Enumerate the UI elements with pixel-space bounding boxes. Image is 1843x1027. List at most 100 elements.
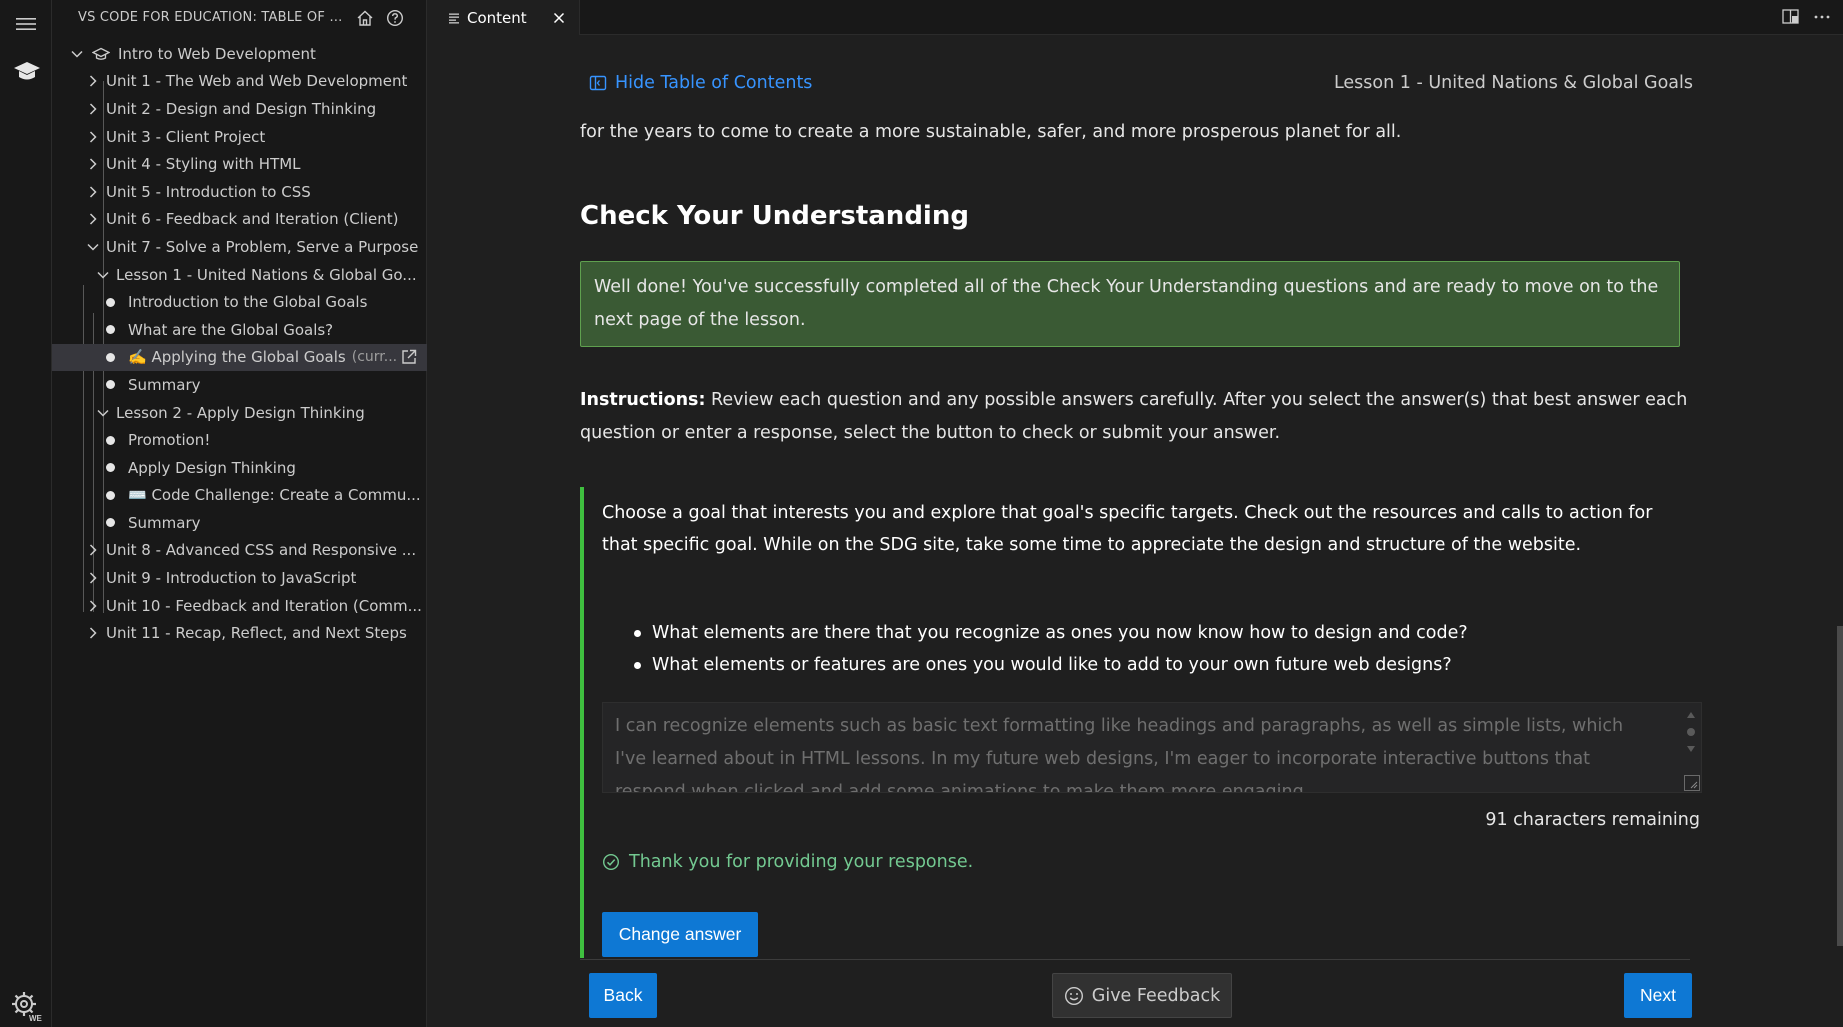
- sidebar-header: VS CODE FOR EDUCATION: TABLE OF CON...: [52, 0, 426, 35]
- instructions: Instructions: Review each question and a…: [580, 384, 1690, 450]
- menu-icon[interactable]: [0, 0, 52, 48]
- chevron-right-icon: [84, 624, 102, 642]
- page-bullet-icon: [106, 435, 115, 445]
- page-bullet-icon: [106, 352, 115, 362]
- chevron-right-icon: [84, 100, 102, 118]
- editor-scrollbar[interactable]: [1837, 626, 1843, 946]
- success-message: Well done! You've successfully completed…: [580, 261, 1680, 347]
- tree-item-page[interactable]: Summary: [52, 371, 427, 399]
- tree-item-page[interactable]: ⌨️ Code Challenge: Create a Commu...: [52, 482, 427, 510]
- tab-content[interactable]: Content: [428, 0, 580, 35]
- tree-item-unit-8[interactable]: Unit 8 - Advanced CSS and Responsive ...: [52, 537, 427, 565]
- home-icon[interactable]: [350, 7, 380, 29]
- back-button[interactable]: Back: [589, 973, 657, 1018]
- chevron-right-icon: [84, 155, 102, 173]
- tree-item-unit-6[interactable]: Unit 6 - Feedback and Iteration (Client): [52, 206, 427, 234]
- tree-label: Unit 1 - The Web and Web Development: [106, 72, 408, 91]
- answer-text: I can recognize elements such as basic t…: [615, 716, 1624, 793]
- help-icon[interactable]: [380, 7, 410, 29]
- scroll-down-icon[interactable]: [1686, 745, 1696, 753]
- list-item: What elements or features are ones you w…: [602, 649, 1692, 681]
- tree-item-unit-11[interactable]: Unit 11 - Recap, Reflect, and Next Steps: [52, 619, 427, 647]
- tree-item-intro[interactable]: Intro to Web Development: [52, 40, 427, 68]
- tree-label: Lesson 1 - United Nations & Global Go...: [116, 265, 417, 284]
- toc-tree: Intro to Web Development Unit 1 - The We…: [52, 40, 427, 647]
- hide-toc-link[interactable]: Hide Table of Contents: [589, 73, 812, 93]
- thanks-text: Thank you for providing your response.: [629, 852, 974, 872]
- chevron-right-icon: [84, 72, 102, 90]
- resize-handle-icon[interactable]: [1684, 775, 1700, 791]
- submission-confirmation: Thank you for providing your response.: [602, 852, 973, 872]
- smiley-icon: [1064, 986, 1084, 1006]
- give-feedback-button[interactable]: Give Feedback: [1052, 973, 1232, 1018]
- tree-item-unit-1[interactable]: Unit 1 - The Web and Web Development: [52, 68, 427, 96]
- tree-item-page[interactable]: Apply Design Thinking: [52, 454, 427, 482]
- open-external-icon[interactable]: [400, 348, 418, 366]
- lesson-title: Lesson 1 - United Nations & Global Goals: [1333, 73, 1693, 93]
- current-suffix: (curr...: [351, 349, 396, 366]
- more-actions-icon[interactable]: [1813, 8, 1831, 26]
- chevron-right-icon: [84, 128, 102, 146]
- sidebar-title: VS CODE FOR EDUCATION: TABLE OF CON...: [78, 10, 350, 25]
- tree-item-page[interactable]: Summary: [52, 509, 427, 537]
- tree-item-unit-3[interactable]: Unit 3 - Client Project: [52, 123, 427, 151]
- chevron-right-icon: [84, 210, 102, 228]
- tree-item-page[interactable]: Promotion!: [52, 426, 427, 454]
- tree-item-unit-7[interactable]: Unit 7 - Solve a Problem, Serve a Purpos…: [52, 233, 427, 261]
- lesson-content: Hide Table of Contents Lesson 1 - United…: [428, 36, 1843, 1027]
- editor-tab-bar: Content: [428, 0, 1843, 35]
- tree-label: Unit 7 - Solve a Problem, Serve a Purpos…: [106, 237, 419, 256]
- tree-item-unit-4[interactable]: Unit 4 - Styling with HTML: [52, 150, 427, 178]
- tab-label: Content: [467, 8, 527, 27]
- svg-text:WE: WE: [29, 1014, 43, 1023]
- chevron-down-icon: [94, 404, 112, 422]
- tree-item-lesson-1[interactable]: Lesson 1 - United Nations & Global Go...: [52, 261, 427, 289]
- tree-label: What are the Global Goals?: [128, 320, 334, 339]
- chevron-right-icon: [84, 597, 102, 615]
- tree-label: Unit 5 - Introduction to CSS: [106, 182, 311, 201]
- tree-label: Unit 4 - Styling with HTML: [106, 155, 301, 174]
- tree-item-current-page[interactable]: ✍️ Applying the Global Goals (curr...: [52, 343, 427, 372]
- chevron-right-icon: [84, 569, 102, 587]
- scroll-up-icon[interactable]: [1686, 711, 1696, 719]
- mortarboard-icon: [92, 47, 110, 61]
- next-button[interactable]: Next: [1624, 973, 1692, 1018]
- page-bullet-icon: [106, 297, 115, 307]
- page-bullet-icon: [106, 490, 115, 500]
- divider: [580, 959, 1690, 960]
- instructions-label: Instructions:: [580, 390, 706, 410]
- close-icon[interactable]: [549, 8, 569, 28]
- list-item: What elements are there that you recogni…: [602, 617, 1692, 649]
- tree-label: Promotion!: [128, 431, 211, 450]
- education-cap-icon[interactable]: [0, 45, 52, 97]
- tree-label: ✍️ Applying the Global Goals: [128, 348, 346, 367]
- tree-item-page[interactable]: Introduction to the Global Goals: [52, 288, 427, 316]
- page-bullet-icon: [106, 325, 115, 335]
- preview-icon: [448, 12, 460, 24]
- tree-item-page[interactable]: What are the Global Goals?: [52, 316, 427, 344]
- tree-label: Unit 11 - Recap, Reflect, and Next Steps: [106, 624, 407, 643]
- tree-label: Unit 10 - Feedback and Iteration (Comm..…: [106, 596, 422, 615]
- tree-item-unit-5[interactable]: Unit 5 - Introduction to CSS: [52, 178, 427, 206]
- split-editor-icon[interactable]: [1781, 8, 1801, 26]
- instructions-text: Review each question and any possible an…: [580, 390, 1688, 443]
- scroll-thumb[interactable]: [1686, 727, 1696, 737]
- answer-textarea[interactable]: I can recognize elements such as basic t…: [602, 702, 1702, 793]
- tree-label: Unit 8 - Advanced CSS and Responsive ...: [106, 541, 417, 560]
- tree-item-lesson-2[interactable]: Lesson 2 - Apply Design Thinking: [52, 399, 427, 427]
- activity-bar: WE: [0, 0, 52, 1027]
- manage-gear-icon[interactable]: WE: [0, 985, 52, 1027]
- tree-item-unit-2[interactable]: Unit 2 - Design and Design Thinking: [52, 95, 427, 123]
- tree-label: Introduction to the Global Goals: [128, 293, 368, 312]
- hide-toc-label: Hide Table of Contents: [615, 73, 813, 93]
- page-bullet-icon: [106, 380, 115, 390]
- question-block: Choose a goal that interests you and exp…: [580, 487, 1702, 958]
- tree-label: Apply Design Thinking: [128, 458, 296, 477]
- textarea-scrollbar[interactable]: [1685, 711, 1697, 771]
- tree-label: Unit 2 - Design and Design Thinking: [106, 99, 377, 118]
- question-bullets: What elements are there that you recogni…: [602, 617, 1692, 681]
- change-answer-button[interactable]: Change answer: [602, 912, 758, 957]
- tree-item-unit-10[interactable]: Unit 10 - Feedback and Iteration (Comm..…: [52, 592, 427, 620]
- tree-label: Intro to Web Development: [118, 44, 316, 63]
- tree-item-unit-9[interactable]: Unit 9 - Introduction to JavaScript: [52, 564, 427, 592]
